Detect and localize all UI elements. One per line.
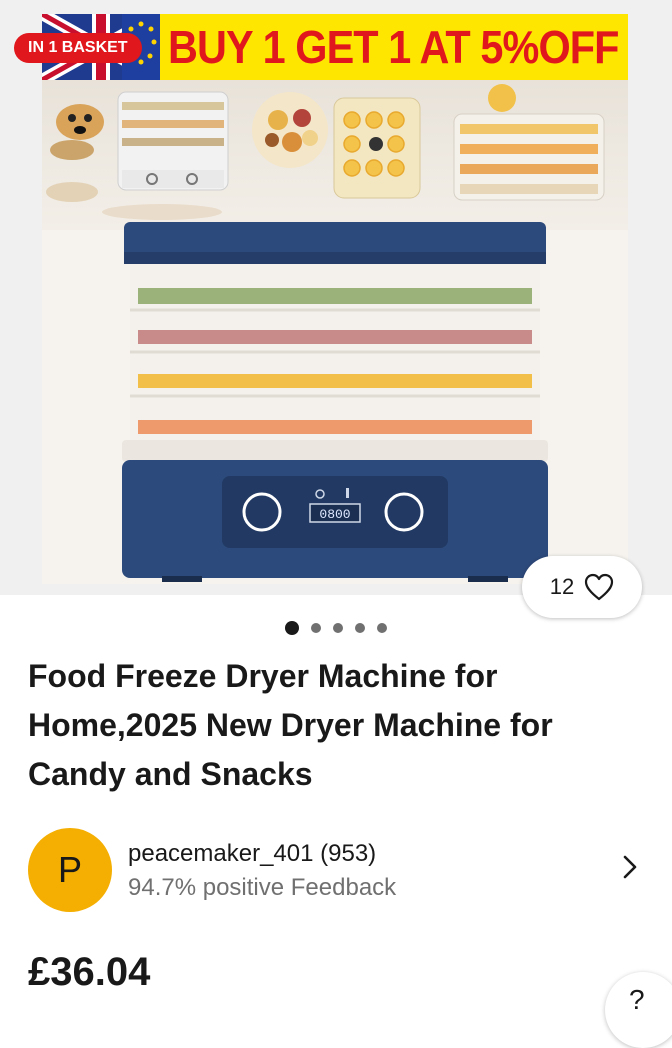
product-title: Food Freeze Dryer Machine for Home,2025 … (28, 658, 553, 792)
pagination-dot[interactable] (333, 623, 343, 633)
in-basket-badge: IN 1 BASKET (14, 33, 142, 63)
chevron-right-icon (623, 855, 637, 879)
timer-display: 0800 (319, 507, 350, 522)
watch-button[interactable]: 12 (522, 556, 642, 618)
image-pagination[interactable] (0, 620, 672, 636)
seller-avatar: P (28, 828, 112, 912)
pagination-dot[interactable] (285, 621, 299, 635)
product-image: BUY 1 GET 1 AT 5%OFF 0800 (42, 14, 628, 584)
product-image-gallery[interactable]: BUY 1 GET 1 AT 5%OFF 0800 IN 1 BASKET (0, 0, 672, 595)
pagination-dot[interactable] (311, 623, 321, 633)
dryer-illustration: 0800 (122, 222, 548, 582)
food-collage (42, 80, 628, 230)
watch-count: 12 (549, 574, 575, 599)
pagination-dot[interactable] (377, 623, 387, 633)
help-button[interactable]: ? (605, 972, 672, 1048)
seller-info[interactable]: P peacemaker_401 (953) 94.7% positive Fe… (28, 822, 648, 912)
promo-text: BUY 1 GET 1 AT 5%OFF (168, 21, 619, 73)
price: £36.04 (28, 950, 151, 994)
seller-name: peacemaker_401 (953) (128, 840, 377, 867)
heart-icon (585, 573, 614, 601)
pagination-dot[interactable] (355, 623, 365, 633)
seller-feedback: 94.7% positive Feedback (128, 874, 397, 901)
help-icon: ? (629, 984, 645, 1015)
